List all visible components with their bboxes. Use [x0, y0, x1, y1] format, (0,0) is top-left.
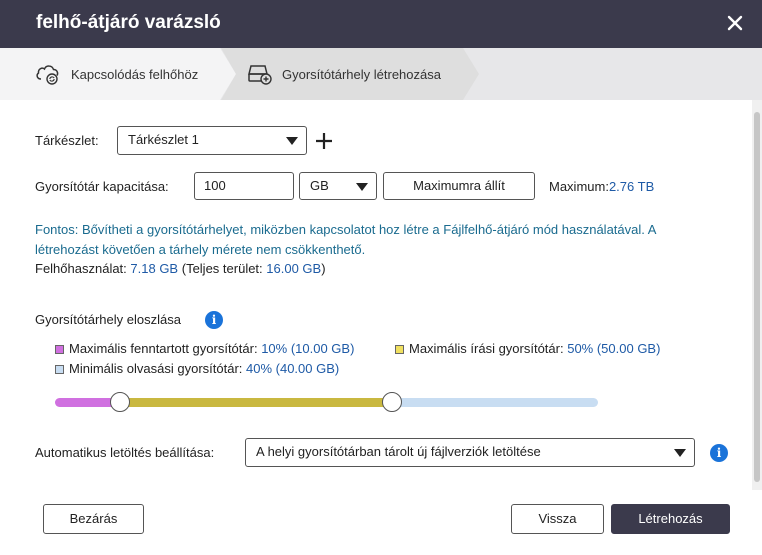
chevron-down-icon — [674, 449, 686, 457]
autodownload-select[interactable]: A helyi gyorsítótárban tárolt új fájlver… — [245, 438, 695, 467]
important-notice: Fontos: Bővítheti a gyorsítótárhelyet, m… — [35, 220, 735, 260]
step-connect-cloud[interactable]: Kapcsolódás felhőhöz — [0, 48, 236, 100]
read-value: 40% (40.00 GB) — [246, 361, 340, 376]
add-pool-icon[interactable] — [315, 132, 333, 153]
maximum-info: Maximum:2.76 TB — [549, 179, 654, 194]
add-storage-icon — [247, 62, 275, 89]
slider-handle-write[interactable] — [382, 392, 402, 412]
pool-select[interactable]: Tárkészlet 1 — [117, 126, 307, 155]
slider-segment-write — [120, 398, 392, 407]
scrollbar-thumb[interactable] — [754, 112, 760, 482]
reserved-label: Maximális fenntartott gyorsítótár: — [69, 341, 258, 356]
capacity-unit-select[interactable]: GB — [299, 172, 377, 200]
legend-reserved: Maximális fenntartott gyorsítótár: 10% (… — [55, 341, 354, 356]
wizard-steps: Kapcsolódás felhőhöz Gyorsítótárhely lét… — [0, 48, 762, 100]
back-button-label: Vissza — [538, 511, 577, 526]
step-label: Gyorsítótárhely létrehozása — [282, 67, 441, 82]
write-label: Maximális írási gyorsítótár: — [409, 341, 564, 356]
slider-segment-read — [392, 398, 598, 407]
capacity-unit-value: GB — [310, 178, 329, 193]
cloud-usage-total-suffix: ) — [321, 261, 326, 276]
notice-line-1: Fontos: Bővítheti a gyorsítótárhelyet, m… — [35, 222, 657, 237]
capacity-value: 100 — [204, 178, 226, 193]
slider-handle-reserved[interactable] — [110, 392, 130, 412]
back-button[interactable]: Vissza — [511, 504, 604, 534]
notice-line-2: létrehozást követően a tárhely mérete ne… — [35, 242, 366, 257]
cloud-usage-label: Felhőhasználat: — [35, 261, 127, 276]
close-icon[interactable] — [724, 12, 746, 34]
read-swatch — [55, 365, 64, 375]
cloud-usage: Felhőhasználat: 7.18 GB (Teljes terület:… — [35, 261, 326, 276]
distribution-title: Gyorsítótárhely eloszlása — [35, 312, 181, 327]
cloud-usage-used: 7.18 GB — [130, 261, 179, 276]
read-label: Minimális olvasási gyorsítótár: — [69, 361, 243, 376]
close-button-label: Bezárás — [69, 511, 118, 526]
dialog-content: Tárkészlet: Tárkészlet 1 Gyorsítótár kap… — [0, 100, 752, 555]
write-value: 50% (50.00 GB) — [567, 341, 661, 356]
set-maximum-button[interactable]: Maximumra állít — [383, 172, 535, 200]
step-create-cache[interactable]: Gyorsítótárhely létrehozása — [221, 48, 479, 100]
autodownload-select-value: A helyi gyorsítótárban tárolt új fájlver… — [256, 444, 541, 459]
dialog-title: felhő-átjáró varázsló — [36, 12, 221, 33]
info-icon[interactable]: i — [710, 444, 728, 462]
cloud-sync-icon — [34, 62, 62, 89]
maximum-value: 2.76 TB — [608, 179, 655, 194]
cloud-usage-total-prefix: (Teljes terület: — [181, 261, 263, 276]
cache-distribution-slider[interactable] — [55, 391, 598, 415]
create-button-label: Létrehozás — [638, 511, 703, 526]
set-maximum-label: Maximumra állít — [413, 178, 505, 193]
maximum-label: Maximum: — [549, 179, 609, 194]
create-button[interactable]: Létrehozás — [611, 504, 730, 534]
reserved-value: 10% (10.00 GB) — [261, 341, 355, 356]
legend-write: Maximális írási gyorsítótár: 50% (50.00 … — [395, 341, 660, 356]
pool-label: Tárkészlet: — [35, 133, 99, 148]
write-swatch — [395, 345, 404, 355]
pool-select-value: Tárkészlet 1 — [128, 132, 199, 147]
dialog-titlebar: felhő-átjáró varázsló — [0, 0, 762, 48]
info-icon[interactable]: i — [205, 311, 223, 329]
close-button[interactable]: Bezárás — [43, 504, 144, 534]
autodownload-label: Automatikus letöltés beállítása: — [35, 445, 215, 460]
step-label: Kapcsolódás felhőhöz — [71, 67, 199, 82]
legend-read: Minimális olvasási gyorsítótár: 40% (40.… — [55, 361, 339, 376]
chevron-down-icon — [356, 183, 368, 191]
chevron-down-icon — [286, 137, 298, 145]
capacity-input[interactable]: 100 — [194, 172, 294, 200]
reserved-swatch — [55, 345, 64, 355]
cloud-usage-total: 16.00 GB — [266, 261, 322, 276]
capacity-label: Gyorsítótár kapacitása: — [35, 179, 169, 194]
scrollbar[interactable] — [752, 100, 762, 490]
